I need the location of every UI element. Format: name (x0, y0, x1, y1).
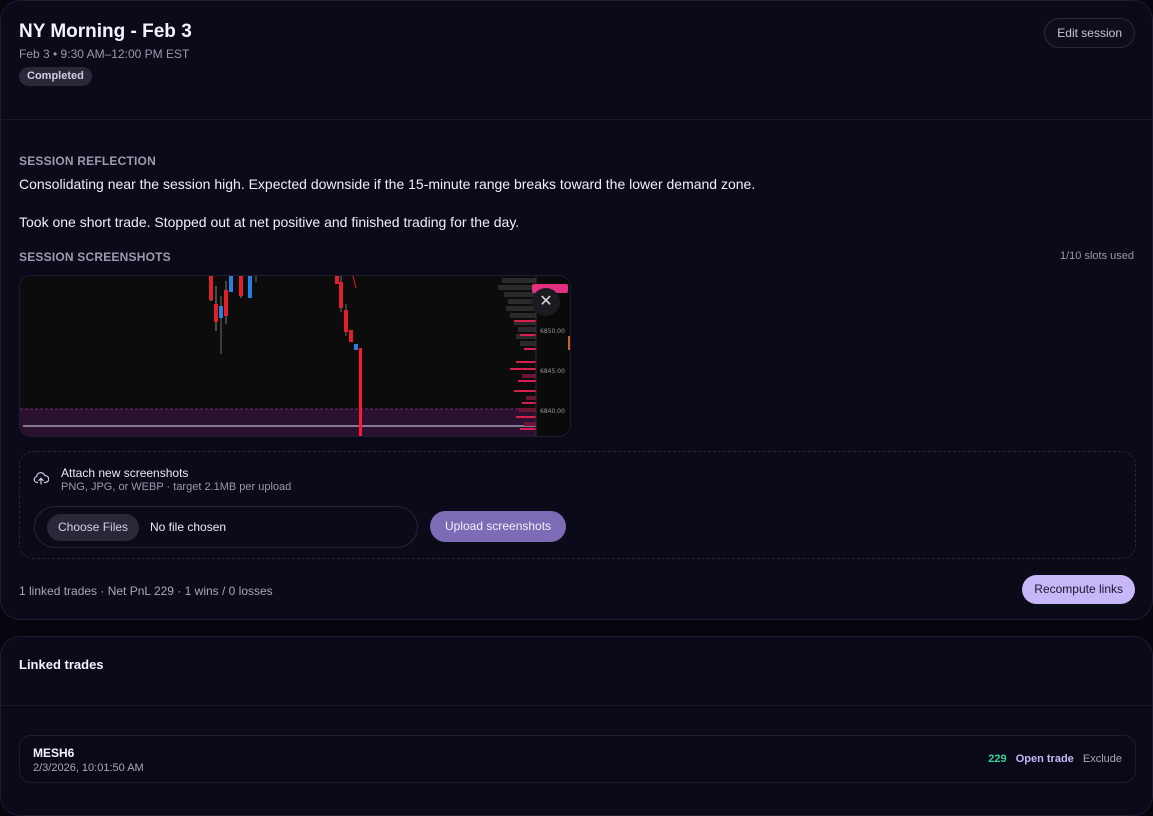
trade-row[interactable]: MESH6 2/3/2026, 10:01:50 AM 229 Open tra… (19, 735, 1136, 783)
trade-pnl: 229 (988, 753, 1007, 765)
exclude-trade-link[interactable]: Exclude (1083, 753, 1122, 765)
attach-hint: PNG, JPG, or WEBP · target 2.1MB per upl… (61, 481, 292, 493)
upload-screenshots-button[interactable]: Upload screenshots (430, 511, 567, 542)
header-divider (1, 119, 1152, 120)
reflection-label: SESSION REFLECTION (19, 154, 156, 168)
session-card: NY Morning - Feb 3 Feb 3 • 9:30 AM–12:00… (0, 0, 1153, 620)
reflection-paragraph-2: Took one short trade. Stopped out at net… (19, 214, 520, 230)
linked-trades-summary: 1 linked trades · Net PnL 229 · 1 wins /… (19, 584, 273, 598)
screenshot-thumbnail[interactable]: 6850.00 6845.00 6840.00 (19, 275, 571, 437)
choose-files-button[interactable]: Choose Files (47, 514, 140, 541)
trade-symbol: MESH6 (33, 746, 75, 760)
reflection-paragraph-1: Consolidating near the session high. Exp… (19, 176, 756, 192)
linked-trades-title: Linked trades (19, 657, 104, 672)
upload-cloud-icon (33, 472, 49, 485)
slots-used-count: 1/10 slots used (1060, 250, 1134, 262)
price-label-1: 6850.00 (540, 328, 565, 335)
price-label-3: 6840.00 (540, 408, 565, 415)
remove-screenshot-button[interactable]: ✕ (532, 288, 560, 316)
file-input[interactable]: Choose Files No file chosen (34, 506, 418, 548)
screenshots-label: SESSION SCREENSHOTS (19, 250, 171, 264)
file-chosen-status: No file chosen (150, 520, 227, 534)
linked-divider (1, 705, 1152, 706)
chart-screenshot-image: 6850.00 6845.00 6840.00 (20, 276, 570, 436)
open-trade-link[interactable]: Open trade (1016, 753, 1074, 765)
edit-session-button[interactable]: Edit session (1044, 18, 1135, 48)
price-label-2: 6845.00 (540, 368, 565, 375)
recompute-links-button[interactable]: Recompute links (1022, 575, 1135, 604)
trade-actions: 229 Open trade Exclude (988, 753, 1122, 765)
page-title: NY Morning - Feb 3 (19, 21, 192, 42)
session-time-range: Feb 3 • 9:30 AM–12:00 PM EST (19, 47, 190, 61)
linked-trades-card: Linked trades MESH6 2/3/2026, 10:01:50 A… (0, 636, 1153, 816)
status-badge: Completed (19, 67, 92, 86)
trade-time: 2/3/2026, 10:01:50 AM (33, 762, 144, 774)
attach-screenshots-dropzone[interactable]: Attach new screenshots PNG, JPG, or WEBP… (19, 451, 1136, 559)
attach-title: Attach new screenshots (61, 466, 189, 480)
